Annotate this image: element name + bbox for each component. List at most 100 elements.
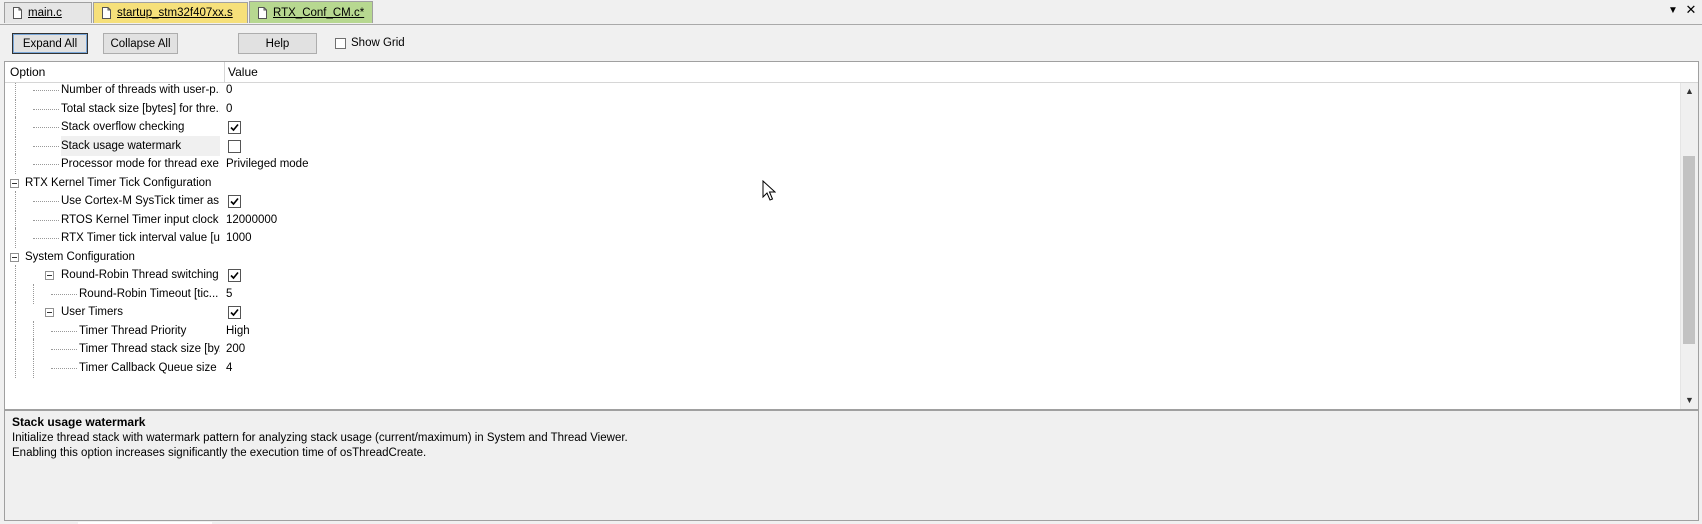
tab-rtx-conf[interactable]: RTX_Conf_CM.c*	[249, 1, 373, 23]
table-row[interactable]: User Timers	[5, 302, 1681, 322]
value-checkbox[interactable]	[228, 269, 241, 282]
option-label: Processor mode for thread exe...	[61, 158, 220, 170]
table-row[interactable]: Timer Callback Queue size 4	[5, 357, 1681, 378]
tree-connector	[33, 108, 59, 110]
table-row[interactable]: Timer Thread stack size [by... 200	[5, 339, 1681, 359]
table-row[interactable]: RTOS Kernel Timer input clock ... 1200000…	[5, 209, 1681, 230]
scroll-thumb[interactable]	[1683, 156, 1695, 344]
tab-label: startup_stm32f407xx.s	[117, 7, 233, 19]
option-label: Timer Thread Priority	[79, 324, 187, 337]
tree-connector	[51, 330, 77, 332]
tree-connector	[33, 164, 59, 165]
option-value[interactable]: High	[226, 321, 250, 341]
table-row[interactable]: System Configuration	[5, 247, 1681, 267]
collapse-toggle-icon[interactable]	[45, 308, 54, 317]
show-grid-checkbox[interactable]	[335, 37, 346, 49]
option-value[interactable]: 1000	[226, 228, 252, 248]
mouse-pointer-icon	[762, 180, 776, 201]
vertical-scrollbar[interactable]: ▲ ▼	[1680, 83, 1698, 409]
option-value[interactable]: Privileged mode	[226, 154, 308, 174]
option-label: Stack overflow checking	[61, 121, 185, 133]
table-row[interactable]: RTX Timer tick interval value [u... 1000	[5, 228, 1681, 248]
collapse-toggle-icon[interactable]	[10, 178, 19, 188]
tree-connector	[33, 238, 59, 239]
table-row[interactable]: RTX Kernel Timer Tick Configuration	[5, 173, 1681, 193]
table-row[interactable]: Round-Robin Thread switching	[5, 265, 1681, 285]
option-value[interactable]: 12000000	[226, 210, 277, 230]
tree-connector	[15, 283, 16, 304]
checkmark-icon	[230, 123, 239, 132]
table-row[interactable]: Total stack size [bytes] for thre... 0	[5, 98, 1681, 119]
tree-connector	[33, 90, 59, 91]
tree-connector	[15, 228, 16, 248]
table-row[interactable]: Number of threads with user-p... 0	[5, 83, 1681, 100]
checkmark-icon	[230, 308, 239, 317]
tree-connector	[33, 339, 34, 359]
table-row[interactable]: Stack usage watermark	[5, 135, 1681, 156]
table-row[interactable]: Processor mode for thread exe... Privileg…	[5, 154, 1681, 174]
tree-connector	[33, 320, 34, 341]
option-label: Round-Robin Thread switching	[61, 269, 219, 281]
option-value[interactable]: 5	[226, 284, 232, 304]
chevron-down-icon[interactable]: ▼	[1666, 3, 1680, 19]
option-label: Round-Robin Timeout [tic...	[79, 287, 219, 300]
table-row[interactable]: Timer Thread Priority High	[5, 320, 1681, 341]
description-line: Enabling this option increases significa…	[12, 447, 427, 459]
option-label: RTOS Kernel Timer input clock ...	[61, 213, 220, 226]
tree-connector	[15, 339, 16, 359]
close-icon[interactable]: ✕	[1684, 2, 1698, 18]
tree-connector	[51, 367, 77, 369]
grid-header: Option Value	[5, 62, 1698, 83]
tab-startup-s[interactable]: startup_stm32f407xx.s	[93, 2, 248, 23]
option-label: Timer Callback Queue size	[79, 361, 217, 374]
checkmark-icon	[230, 197, 239, 206]
tree-connector	[15, 83, 16, 100]
tree-connector	[15, 320, 16, 341]
option-value[interactable]: 4	[226, 358, 232, 378]
scroll-down-arrow-icon[interactable]: ▼	[1681, 392, 1698, 409]
tree-connector	[33, 201, 59, 202]
file-icon	[13, 7, 22, 19]
option-value[interactable]: 0	[226, 83, 232, 100]
configuration-grid: Option Value Number of threads with user…	[4, 61, 1699, 410]
tree-connector	[33, 357, 34, 378]
tab-label: main.c	[28, 7, 62, 19]
collapse-all-button[interactable]: Collapse All	[103, 33, 178, 54]
tree-connector	[51, 293, 77, 295]
option-label: Total stack size [bytes] for thre...	[61, 102, 220, 115]
option-value[interactable]: 200	[226, 339, 245, 359]
tree-connector	[15, 302, 16, 322]
option-label: Number of threads with user-p...	[61, 84, 220, 96]
tree-connector	[33, 283, 34, 304]
value-checkbox[interactable]	[228, 139, 241, 153]
tree-connector	[51, 349, 77, 350]
help-button[interactable]: Help	[238, 33, 317, 54]
option-label: Stack usage watermark	[61, 135, 220, 156]
option-label: RTX Kernel Timer Tick Configuration	[25, 176, 212, 189]
column-header-value[interactable]: Value	[228, 62, 258, 82]
collapse-toggle-icon[interactable]	[10, 252, 19, 262]
grid-rows: Number of threads with user-p... 0 Total s…	[5, 83, 1681, 409]
tree-connector	[15, 135, 16, 156]
file-icon	[102, 7, 111, 19]
show-grid-toggle[interactable]: Show Grid	[335, 37, 405, 49]
tab-main-c[interactable]: main.c	[4, 2, 92, 23]
value-checkbox[interactable]	[228, 195, 241, 208]
option-label: Timer Thread stack size [by...	[79, 343, 220, 355]
tree-connector	[33, 219, 59, 221]
table-row[interactable]: Stack overflow checking	[5, 117, 1681, 137]
value-checkbox[interactable]	[228, 121, 241, 134]
column-header-option[interactable]: Option	[10, 62, 225, 82]
value-checkbox[interactable]	[228, 306, 241, 319]
collapse-toggle-icon[interactable]	[45, 271, 54, 280]
expand-all-button[interactable]: Expand All	[12, 33, 88, 54]
option-label: User Timers	[61, 306, 123, 318]
scroll-up-arrow-icon[interactable]: ▲	[1681, 83, 1698, 100]
editor-tab-bar: main.c startup_stm32f407xx.s RTX_Conf_CM…	[0, 0, 1702, 25]
table-row[interactable]: Use Cortex-M SysTick timer as ...	[5, 191, 1681, 211]
table-row[interactable]: Round-Robin Timeout [tic... 5	[5, 283, 1681, 304]
option-label: Use Cortex-M SysTick timer as ...	[61, 195, 220, 207]
option-value[interactable]: 0	[226, 99, 232, 119]
tree-connector	[15, 191, 16, 211]
tab-label: RTX_Conf_CM.c*	[273, 6, 365, 19]
